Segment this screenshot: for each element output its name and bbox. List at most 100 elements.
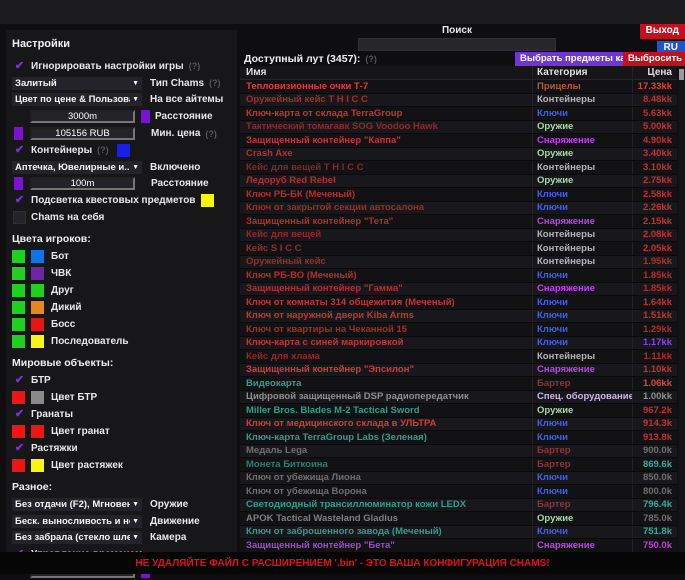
color-swatch[interactable] [31,250,44,263]
color-swatch[interactable] [14,127,23,140]
column-header-price[interactable]: Цена [632,66,677,79]
setting-quest-highlight[interactable]: ✔ Подсветка квестовых предметов [10,192,235,209]
loot-table-row[interactable]: APOK Tactical Wasteland Gladius Оружие 7… [240,512,677,526]
containers-distance-input[interactable] [30,177,135,190]
loot-table-row[interactable]: Ледоруб Red Rebel Оружие 2.75kk [240,175,677,189]
checkbox-unchecked-icon[interactable] [13,211,26,224]
loot-table-row[interactable]: Ключ от наружной двери Kiba Arms Ключи 1… [240,310,677,324]
loot-table-row[interactable]: Ключ РБ-ВО (Меченый) Ключи 1.85kk [240,269,677,283]
loot-table-row[interactable]: Защищенный контейнер "Каппа" Снаряжение … [240,134,677,148]
weapon-dropdown[interactable]: Без отдачи (F2), Мгновенное п ▼ [12,498,142,511]
loot-table-row[interactable]: Ключ РБ-БК (Меченый) Ключи 2.58kk [240,188,677,202]
loot-table-row[interactable]: Ключ-карта от склада TerraGroup Ключи 5.… [240,107,677,121]
loot-table-row[interactable]: Цифровой защищенный DSP радиопередатчик … [240,391,677,405]
loot-table-row[interactable]: Кейс S I C C Контейнеры 2.05kk [240,242,677,256]
table-scrollbar[interactable] [678,66,685,552]
setting-btr[interactable]: ✔ БТР [10,372,235,389]
color-swatch[interactable] [31,284,44,297]
setting-ignore-game[interactable]: ✔ Игнорировать настройки игры (?) [10,58,235,75]
setting-tripwires[interactable]: ✔ Растяжки [10,440,235,457]
loot-table-row[interactable]: Ключ от заброшенного завода (Меченый) Кл… [240,526,677,540]
loot-table-row[interactable]: Светодиодный трансиллюминатор кожи LEDX … [240,499,677,513]
color-swatch[interactable] [12,284,25,297]
loot-table-row[interactable]: Кейс для вещей T H I C C Контейнеры 3.10… [240,161,677,175]
color-swatch[interactable] [12,391,25,404]
loot-table-row[interactable]: Ключ-карта TerraGroup Labs (Зеленая) Клю… [240,431,677,445]
hint-icon[interactable]: (?) [205,129,217,139]
color-swatch[interactable] [31,267,44,280]
loot-table-row[interactable]: Тепловизионные очки Т-7 Прицелы 17.33kk [240,80,677,94]
color-swatch[interactable] [12,425,25,438]
loot-table-row[interactable]: Ключ от убежища Лиона Ключи 850.0k [240,472,677,486]
drop-all-button[interactable]: Выбросить все [623,52,685,66]
loot-table-row[interactable]: Ключ от закрытой секции автосалона Ключи… [240,202,677,216]
color-swatch[interactable] [31,301,44,314]
color-swatch[interactable] [117,144,130,157]
table-scrollbar-thumb[interactable] [679,69,684,80]
hint-icon[interactable]: (?) [209,78,221,88]
containers-filter-dropdown[interactable]: Аптечка, Ювелирные и... ▼ [12,161,142,174]
hint-icon[interactable]: (?) [189,61,201,71]
loot-table-row[interactable]: Монета Биткоина Бартер 869.6k [240,458,677,472]
camera-dropdown[interactable]: Без забрала (стекло шлема) ▼ [12,531,142,544]
chams-type-dropdown[interactable]: Залитый ▼ [12,77,142,90]
apply-mode-dropdown[interactable]: Цвет по цене & Пользователь ▼ [12,93,142,106]
color-swatch[interactable] [31,335,44,348]
color-swatch[interactable] [201,194,214,207]
column-header-category[interactable]: Категория [532,66,632,79]
movement-dropdown[interactable]: Беск. выносливость и нет уста ▼ [12,515,142,528]
checkbox-checked-icon[interactable]: ✔ [13,408,26,421]
loot-item-price: 1.10kk [632,364,677,377]
setting-self-chams[interactable]: Chams на себя [10,209,235,226]
loot-table-row[interactable]: Защищенный контейнер "Тета" Снаряжение 2… [240,215,677,229]
setting-containers[interactable]: ✔ Контейнеры (?) [10,142,235,159]
player-color-label: Последователь [51,336,129,347]
min-price-input[interactable] [30,127,135,140]
player-color-label: Босс [51,319,75,330]
loot-table-row[interactable]: Тактический томагавк SOG Voodoo Hawk Ору… [240,121,677,135]
loot-table-row[interactable]: Ключ от комнаты 314 общежития (Меченый) … [240,296,677,310]
checkbox-checked-icon[interactable]: ✔ [13,194,26,207]
color-swatch[interactable] [12,318,25,331]
color-swatch[interactable] [12,267,25,280]
color-swatch[interactable] [14,177,23,190]
distance-input[interactable] [30,110,135,123]
loot-table-row[interactable]: Miller Bros. Blades M-2 Tactical Sword О… [240,404,677,418]
loot-table-row[interactable]: Ключ от квартиры на Чеканной 15 Ключи 1.… [240,323,677,337]
checkbox-checked-icon[interactable]: ✔ [13,442,26,455]
hint-icon[interactable]: (?) [97,145,109,155]
color-swatch[interactable] [12,459,25,472]
color-swatch[interactable] [31,391,44,404]
search-input[interactable] [358,38,556,51]
checkbox-checked-icon[interactable]: ✔ [13,144,26,157]
loot-table-row[interactable]: Ключ-карта с синей маркировкой Ключи 1.1… [240,337,677,351]
loot-item-price: 2.15kk [632,215,677,228]
setting-grenades[interactable]: ✔ Гранаты [10,406,235,423]
color-swatch[interactable] [31,318,44,331]
loot-table-row[interactable]: Оружейный кейс T H I C C Контейнеры 8.48… [240,94,677,108]
exit-button[interactable]: Выход [640,24,685,39]
loot-table-row[interactable]: Защищенный контейнер "Эпсилон" Снаряжени… [240,364,677,378]
loot-table-row[interactable]: Ключ от убежища Ворона Ключи 800.0k [240,485,677,499]
loot-table-row[interactable]: Видеокарта Бартер 1.06kk [240,377,677,391]
loot-item-price: 2.05kk [632,242,677,255]
checkbox-checked-icon[interactable]: ✔ [13,374,26,387]
column-header-name[interactable]: Имя [240,67,532,78]
loot-table-row[interactable]: Кейс для хлама Контейнеры 1.11kk [240,350,677,364]
color-swatch[interactable] [12,250,25,263]
loot-table-row[interactable]: Кейс для вещей Контейнеры 2.08kk [240,229,677,243]
color-swatch[interactable] [12,301,25,314]
color-swatch[interactable] [31,425,44,438]
color-swatch[interactable] [31,459,44,472]
checkbox-checked-icon[interactable]: ✔ [13,60,26,73]
loot-table-row[interactable]: Защищенный контейнер "Бета" Снаряжение 7… [240,539,677,552]
loot-table-row[interactable]: Crash Axe Оружие 3.40kk [240,148,677,162]
loot-table: Имя Категория Цена Тепловизионные очки Т… [240,66,677,552]
loot-table-row[interactable]: Медаль Lega Бартер 900.0k [240,445,677,459]
hint-icon[interactable]: (?) [365,54,377,64]
color-swatch[interactable] [141,110,150,123]
loot-table-row[interactable]: Защищенный контейнер "Гамма" Снаряжение … [240,283,677,297]
loot-table-row[interactable]: Ключ от медицинского склада в УЛЬТРА Клю… [240,418,677,432]
color-swatch[interactable] [12,335,25,348]
loot-table-row[interactable]: Оружейный кейс Контейнеры 1.95kk [240,256,677,270]
